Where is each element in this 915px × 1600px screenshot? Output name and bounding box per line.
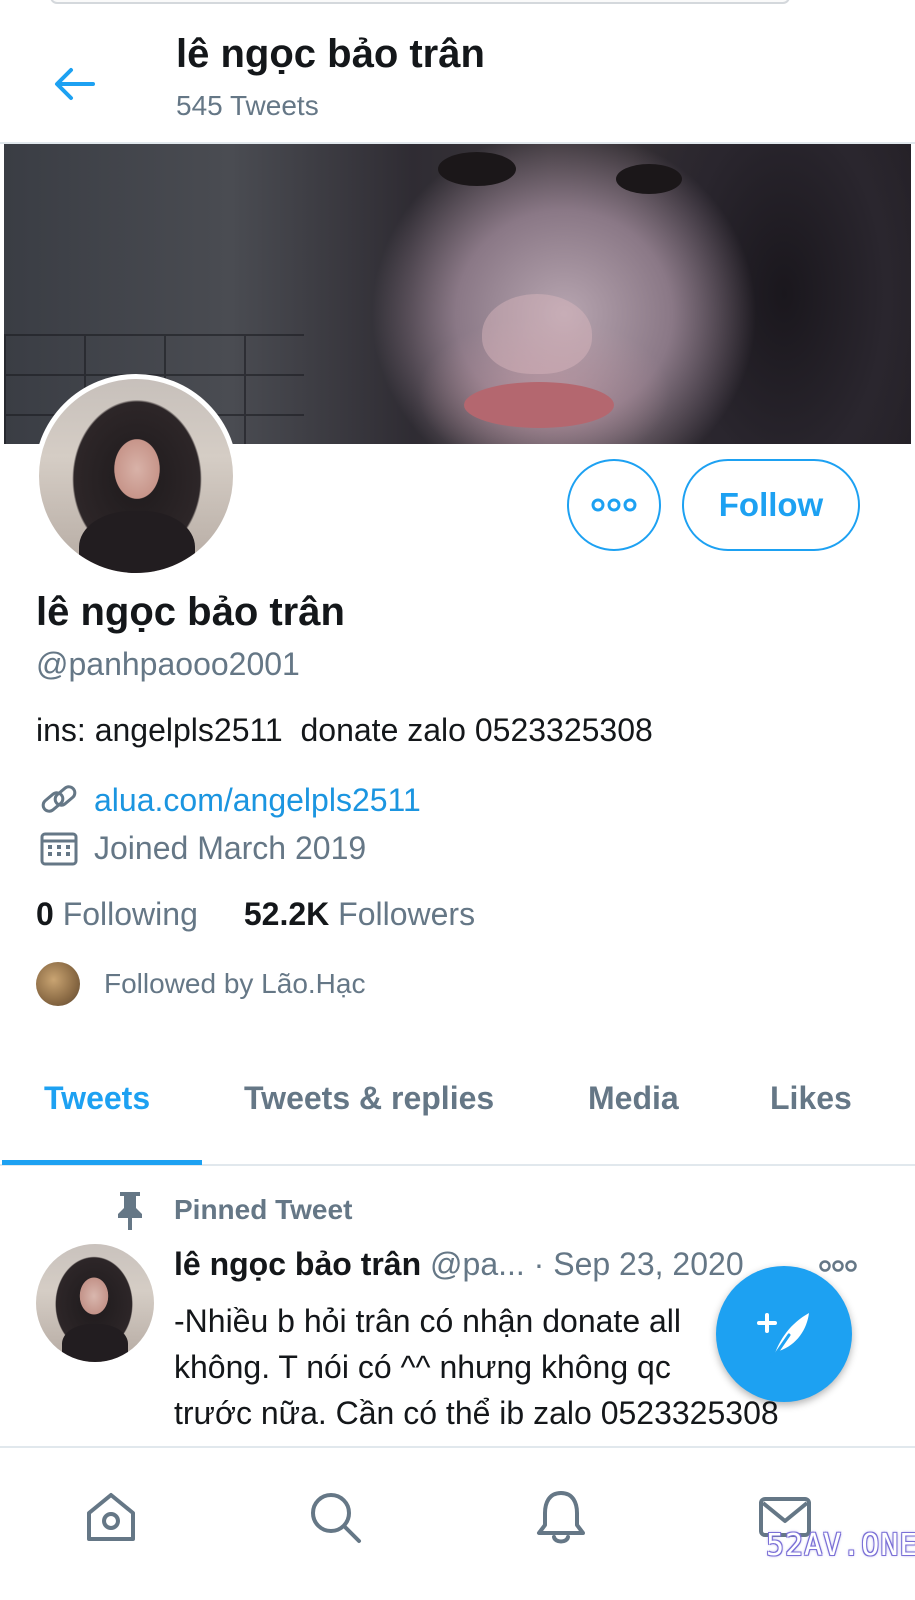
- tweet-separator: ·: [533, 1246, 554, 1282]
- watermark: 52AV.ONE: [766, 1528, 915, 1563]
- back-arrow-icon: [55, 68, 95, 100]
- nav-home[interactable]: [76, 1482, 146, 1552]
- bottom-navigation: [0, 1446, 915, 1600]
- banner-detail: [482, 294, 592, 374]
- tweet-author-name[interactable]: lê ngọc bảo trân: [174, 1246, 421, 1282]
- address-bar-edge: [50, 0, 790, 4]
- profile-tabs: Tweets Tweets & replies Media Likes: [0, 1060, 915, 1166]
- avatar-figure: [79, 511, 195, 573]
- tab-tweets[interactable]: Tweets: [44, 1080, 150, 1117]
- tweet-header: lê ngọc bảo trân @pa... · Sep 23, 2020: [174, 1246, 744, 1283]
- tweet-author-handle[interactable]: @pa...: [430, 1246, 525, 1282]
- header-tweet-count: 545 Tweets: [176, 90, 319, 121]
- profile-bio: ins: angelpls2511 donate zalo 0523325308: [36, 712, 653, 748]
- banner-detail: [464, 382, 614, 428]
- followed-by-row[interactable]: Followed by Lão.Hạc: [36, 962, 365, 1006]
- compose-tweet-button[interactable]: [716, 1266, 852, 1402]
- stat-spacer: [198, 896, 244, 933]
- pin-icon: [118, 1192, 142, 1230]
- profile-handle: @panhpaooo2001: [36, 646, 300, 682]
- home-icon: [87, 1493, 135, 1541]
- banner-detail: [616, 164, 682, 194]
- tab-likes[interactable]: Likes: [770, 1080, 852, 1117]
- profile-link-row[interactable]: alua.com/angelpls2511: [36, 780, 421, 820]
- joined-row: Joined March 2019: [36, 828, 366, 868]
- follower-avatar: [36, 962, 80, 1006]
- following-stat[interactable]: 0 Following: [36, 896, 198, 933]
- tab-media[interactable]: Media: [588, 1080, 679, 1117]
- tweet-line: trước nữa. Cần có thể ib zalo 0523325308: [174, 1395, 779, 1431]
- back-button[interactable]: [44, 54, 104, 114]
- more-options-button[interactable]: [567, 459, 661, 551]
- followers-stat[interactable]: 52.2K Followers: [244, 896, 475, 933]
- pinned-label: Pinned Tweet: [110, 1188, 352, 1232]
- followed-by-text: Followed by Lão.Hạc: [104, 968, 366, 999]
- following-count: 0: [36, 896, 54, 932]
- follow-stats: 0 Following 52.2K Followers: [36, 896, 475, 933]
- top-strip: [0, 0, 915, 18]
- pinned-tweet-badge: Pinned Tweet: [174, 1194, 353, 1225]
- tweet-author-avatar[interactable]: [36, 1244, 154, 1362]
- bell-icon: [537, 1491, 585, 1544]
- profile-link[interactable]: alua.com/angelpls2511: [94, 782, 421, 819]
- followers-label: Followers: [338, 896, 476, 932]
- follow-button[interactable]: Follow: [682, 459, 860, 551]
- link-icon: [36, 780, 82, 820]
- avatar-figure: [62, 1324, 128, 1362]
- tab-tweets-replies[interactable]: Tweets & replies: [244, 1080, 494, 1117]
- joined-date: Joined March 2019: [94, 829, 367, 866]
- more-dots-icon: [591, 498, 637, 512]
- profile-header: lê ngọc bảo trân 545 Tweets: [0, 18, 915, 144]
- calendar-icon: [36, 828, 82, 868]
- active-tab-indicator: [2, 1160, 202, 1165]
- profile-name: lê ngọc bảo trân: [36, 590, 345, 634]
- profile-avatar[interactable]: [34, 374, 238, 578]
- more-dots-icon: [819, 1260, 857, 1272]
- followers-count: 52.2K: [243, 896, 330, 932]
- compose-feather-icon: [757, 1313, 809, 1363]
- banner-detail: [438, 152, 516, 186]
- tweet-date[interactable]: Sep 23, 2020: [553, 1246, 743, 1282]
- nav-notifications[interactable]: [526, 1482, 596, 1552]
- following-label: Following: [62, 896, 198, 932]
- header-title: lê ngọc bảo trân: [176, 32, 485, 76]
- search-icon: [311, 1493, 361, 1543]
- tweet-more-button[interactable]: [818, 1254, 862, 1278]
- nav-search[interactable]: [300, 1482, 370, 1552]
